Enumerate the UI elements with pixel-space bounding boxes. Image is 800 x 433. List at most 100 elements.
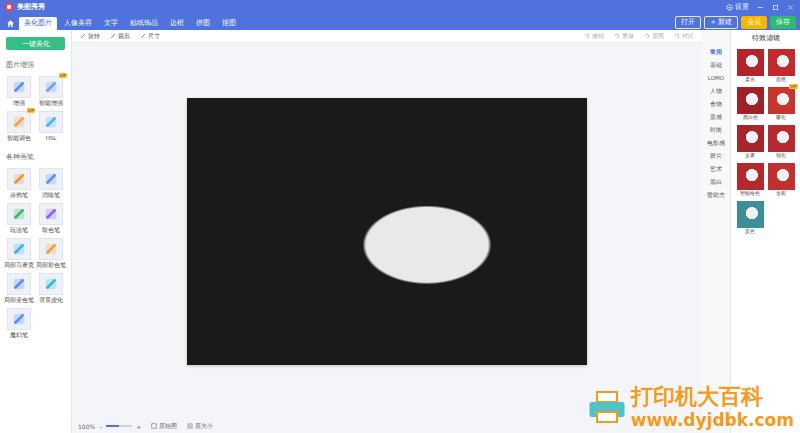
- category-item[interactable]: 基础: [710, 60, 722, 70]
- effect-item[interactable]: 柔光: [737, 49, 764, 83]
- photo: [187, 98, 587, 365]
- category-list: 常用基础 LOMO 人物食物质感时尚电影感胶片艺术黑白赞助方: [702, 30, 730, 433]
- tool-small-icon: [80, 33, 86, 39]
- toolbar-button[interactable]: 对比: [674, 32, 694, 41]
- zoom-value: 100%: [78, 423, 95, 430]
- tool[interactable]: 智能调色VIP: [6, 111, 32, 142]
- category-item[interactable]: 赞助方: [707, 190, 725, 200]
- tool-icon: [44, 277, 58, 291]
- category-item[interactable]: 人物: [710, 86, 722, 96]
- tool-icon-box: [39, 273, 63, 295]
- tool[interactable]: HSL: [38, 111, 64, 142]
- action-button[interactable]: + 新建: [704, 16, 738, 29]
- tool-icon-box: [39, 238, 63, 260]
- category-item[interactable]: LOMO: [708, 73, 724, 83]
- tab[interactable]: 贴纸饰品: [125, 17, 163, 30]
- settings-button[interactable]: 设置: [726, 2, 749, 12]
- effect-item[interactable]: 暖化VIP: [768, 87, 795, 121]
- action-button[interactable]: 保存: [770, 16, 796, 29]
- zoom-slider[interactable]: [106, 425, 132, 427]
- tool-grid: 涂鸦笔消除笔玩法笔取色笔局部马赛克局部彩色笔局部变色笔背景虚化魔幻笔: [6, 168, 65, 339]
- effect-item[interactable]: 黑白色: [737, 87, 764, 121]
- history-icon: [674, 33, 680, 39]
- toolbar-button[interactable]: 原图: [644, 32, 664, 41]
- tab[interactable]: 抠图: [217, 17, 241, 30]
- effect-item[interactable]: 全彩: [768, 163, 795, 197]
- logo-icon: [4, 2, 14, 12]
- tab[interactable]: 拼图: [191, 17, 215, 30]
- category-item[interactable]: 时尚: [710, 125, 722, 135]
- history-icon: [584, 33, 590, 39]
- one-click-button[interactable]: 一键美化: [6, 37, 65, 50]
- tab[interactable]: 文字: [99, 17, 123, 30]
- tool-icon: [12, 115, 26, 129]
- tool[interactable]: 背景虚化: [38, 273, 64, 304]
- tool-icon: [12, 172, 26, 186]
- vip-badge: VIP: [789, 84, 797, 89]
- zoom-fill: [106, 425, 119, 427]
- category-item[interactable]: 食物: [710, 99, 722, 109]
- vip-badge: VIP: [27, 108, 35, 113]
- tool[interactable]: 玩法笔: [6, 203, 32, 234]
- toolbar-button[interactable]: 旋转: [80, 32, 100, 41]
- tool[interactable]: 局部彩色笔: [38, 238, 64, 269]
- watermark-url: www.dyjdbk.com: [631, 410, 794, 430]
- tab[interactable]: 人像美容: [59, 17, 97, 30]
- effect-item[interactable]: 智能绘色: [737, 163, 764, 197]
- tool[interactable]: 增强: [6, 76, 32, 107]
- tool-label: 局部彩色笔: [36, 262, 66, 269]
- tool-icon: [12, 80, 26, 94]
- fit-button[interactable]: 原始图: [151, 422, 177, 431]
- tool-icon-box: [7, 76, 31, 98]
- effects-panel: 特效滤镜柔光自然黑白色暖化VIP去雾锐化智能绘色全彩反色: [730, 30, 800, 433]
- tool[interactable]: 涂鸦笔: [6, 168, 32, 199]
- section-title: 图片增强: [6, 56, 65, 70]
- category-item[interactable]: 质感: [710, 112, 722, 122]
- effect-item[interactable]: 反色: [737, 201, 764, 235]
- tool-icon: [12, 277, 26, 291]
- action-button[interactable]: 会员: [741, 16, 767, 29]
- tool[interactable]: 魔幻笔: [6, 308, 32, 339]
- tool-icon-box: [7, 308, 31, 330]
- tool[interactable]: 取色笔: [38, 203, 64, 234]
- tab[interactable]: 边框: [165, 17, 189, 30]
- tab[interactable]: 美化图片: [19, 17, 57, 30]
- effect-item[interactable]: 自然: [768, 49, 795, 83]
- zoom-out-button[interactable]: –: [99, 423, 102, 430]
- home-tab[interactable]: [3, 17, 17, 30]
- tool-icon: [12, 312, 26, 326]
- category-item[interactable]: 胶片: [710, 151, 722, 161]
- toolbar-right: 撤销 重做 原图 对比: [584, 32, 694, 41]
- tool[interactable]: 局部马赛克: [6, 238, 32, 269]
- window-controls: 设置: [726, 2, 794, 12]
- zoom-in-button[interactable]: +: [136, 423, 141, 430]
- toolbar-button[interactable]: 重做: [614, 32, 634, 41]
- watermark-text: 打印机大百科www.dyjdbk.com: [631, 384, 794, 430]
- tool-label: 消除笔: [42, 192, 60, 199]
- actual-size-button[interactable]: 原大小: [187, 422, 213, 431]
- home-icon: [6, 19, 15, 28]
- action-button[interactable]: 打开: [675, 16, 701, 29]
- effect-item[interactable]: 去雾: [737, 125, 764, 159]
- tool[interactable]: 消除笔: [38, 168, 64, 199]
- tool[interactable]: 智能增强VIP: [38, 76, 64, 107]
- toolbar-button[interactable]: 撤销: [584, 32, 604, 41]
- tool[interactable]: 局部变色笔: [6, 273, 32, 304]
- tool-icon: [44, 242, 58, 256]
- toolbar-button[interactable]: 尺寸: [140, 32, 160, 41]
- fit-icon: [151, 423, 157, 429]
- toolbar-button[interactable]: 裁剪: [110, 32, 130, 41]
- category-item[interactable]: 艺术: [710, 164, 722, 174]
- tool-grid: 增强智能增强VIP智能调色VIPHSL: [6, 76, 65, 142]
- tool-icon-box: [39, 168, 63, 190]
- app-window: 美图秀秀设置美化图片人像美容文字贴纸饰品边框拼图抠图打开+ 新建会员保存一键美化…: [0, 0, 800, 433]
- category-item[interactable]: 黑白: [710, 177, 722, 187]
- main-area: 旋转 裁剪 尺寸 撤销 重做 原图 对比 100%– + 原始图 原大小: [72, 30, 702, 433]
- body: 一键美化图片增强增强智能增强VIP智能调色VIPHSL各种画笔涂鸦笔消除笔玩法笔…: [0, 30, 800, 433]
- category-item[interactable]: 常用: [710, 47, 722, 57]
- effect-item[interactable]: 锐化: [768, 125, 795, 159]
- effect-label: 自然: [776, 76, 786, 83]
- category-item[interactable]: 电影感: [707, 138, 725, 148]
- vip-badge: VIP: [59, 73, 67, 78]
- watermark-title: 打印机大百科: [631, 384, 763, 410]
